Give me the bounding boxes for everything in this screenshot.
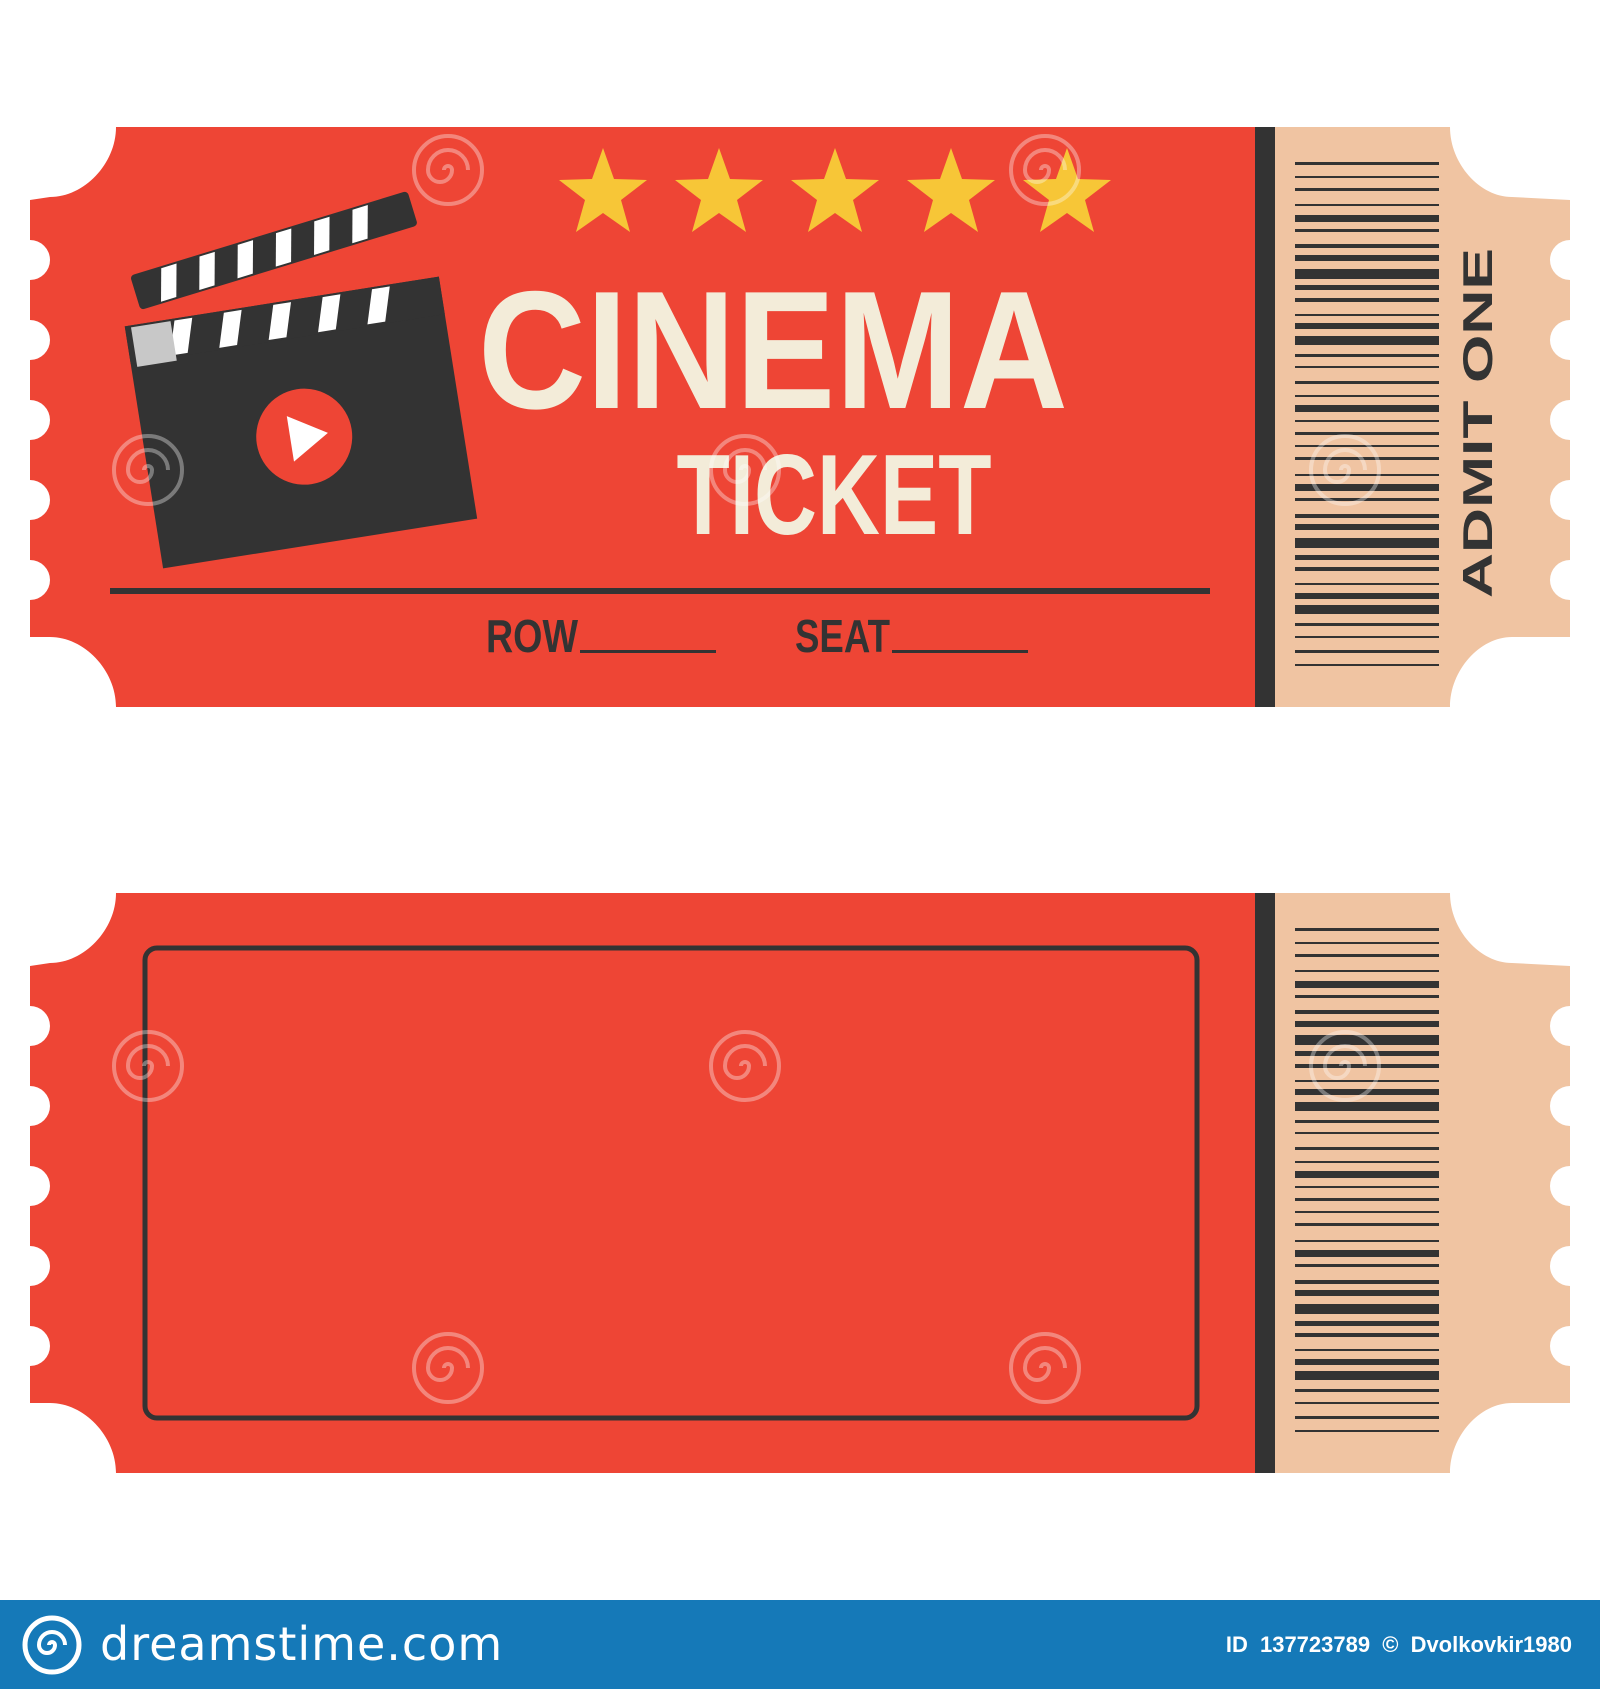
barcode-bar xyxy=(1295,269,1439,279)
barcode-bar xyxy=(1295,1304,1439,1314)
barcode-bar xyxy=(1295,664,1439,666)
barcode-bar xyxy=(1295,298,1439,302)
watermark-spiral-icon xyxy=(1022,748,1067,784)
barcode-bar xyxy=(1295,583,1439,585)
footer-bar: dreamstime.com ID 137723789 © Dvolkovkir… xyxy=(0,1600,1600,1689)
barcode-bar xyxy=(1295,162,1439,165)
barcode-bar xyxy=(1295,1280,1439,1284)
barcode-bar xyxy=(1295,1349,1439,1351)
footer-brand[interactable]: dreamstime.com xyxy=(100,1614,503,1674)
divider xyxy=(110,588,1210,594)
barcode-bar xyxy=(1295,1198,1439,1201)
barcode-bar xyxy=(1295,1264,1439,1267)
barcode-bar xyxy=(1295,395,1439,397)
barcode-bar xyxy=(1295,636,1439,638)
barcode-bar xyxy=(1295,432,1439,435)
barcode-bar xyxy=(1295,623,1439,626)
barcode-bar xyxy=(1295,366,1439,368)
author-name[interactable]: Dvolkovkir1980 xyxy=(1411,1632,1572,1657)
barcode-bar xyxy=(1295,1223,1439,1226)
watermark-spiral-icon xyxy=(425,748,470,784)
barcode-bar xyxy=(1295,1250,1439,1257)
barcode-bar xyxy=(1295,336,1439,345)
id-label: ID xyxy=(1225,1632,1248,1657)
barcode-bar xyxy=(1295,954,1439,957)
barcode-bar xyxy=(1295,420,1439,422)
barcode-bar xyxy=(1295,1171,1439,1178)
ticket-top: CINEMA TICKET ROW SEAT ADMIT ONE xyxy=(30,127,1570,707)
barcode-bar xyxy=(1295,538,1439,548)
barcode-bar xyxy=(1295,1240,1439,1242)
barcode-bar xyxy=(1295,176,1439,178)
barcode-bar xyxy=(1295,255,1439,261)
barcode-bar xyxy=(1295,381,1439,384)
barcode-bar xyxy=(1295,1290,1439,1296)
barcode-bar xyxy=(1295,354,1439,357)
tickets-artwork: CINEMA TICKET ROW SEAT ADMIT ONE xyxy=(30,127,1570,1473)
barcode-bar xyxy=(1295,474,1439,476)
barcode-bar xyxy=(1295,1132,1439,1134)
barcode-bar xyxy=(1295,188,1439,191)
barcode-bar xyxy=(1295,1389,1439,1392)
barcode-bar xyxy=(1295,524,1439,530)
barcode-bar xyxy=(1295,1186,1439,1188)
barcode-bar xyxy=(1295,605,1439,614)
barcode-bar xyxy=(1295,244,1439,248)
admit-label: ADMIT ONE xyxy=(1454,248,1501,598)
row-label: ROW xyxy=(486,610,578,662)
barcode-bar xyxy=(1295,1371,1439,1380)
barcode-bar xyxy=(1295,1416,1439,1419)
barcode-bar xyxy=(1295,1051,1439,1056)
barcode-bar xyxy=(1295,1333,1439,1337)
barcode-bar xyxy=(1295,942,1439,944)
barcode-bar xyxy=(1295,1120,1439,1123)
barcode-bar xyxy=(1295,928,1439,931)
barcode-bar xyxy=(1295,457,1439,460)
barcode-bar xyxy=(1295,285,1439,290)
barcode-bar xyxy=(1295,405,1439,412)
barcode-bar xyxy=(1295,555,1439,560)
id-value: 137723789 xyxy=(1259,1632,1371,1657)
copyright-symbol: © xyxy=(1382,1632,1399,1657)
row-field[interactable] xyxy=(580,650,716,653)
barcode-bar xyxy=(1295,1161,1439,1163)
barcode-bar xyxy=(1295,650,1439,653)
barcode-bar xyxy=(1295,1321,1439,1326)
seat-field[interactable] xyxy=(892,650,1028,653)
barcode-bar xyxy=(1295,1021,1439,1027)
barcode-bar xyxy=(1295,1102,1439,1111)
barcode-bar xyxy=(1295,1147,1439,1150)
spiral-logo-icon xyxy=(22,1615,82,1675)
barcode-bar xyxy=(1295,1359,1439,1365)
barcode-bar xyxy=(1295,567,1439,571)
barcode-bar xyxy=(1295,593,1439,599)
watermark-spiral-icon xyxy=(1009,734,1081,806)
barcode-bar xyxy=(1295,995,1439,998)
seat-label: SEAT xyxy=(795,610,890,662)
barcode-bar xyxy=(1295,314,1439,316)
barcode-bar xyxy=(1295,204,1439,206)
barcode-bar xyxy=(1295,970,1439,972)
ticket-bottom xyxy=(30,893,1570,1473)
barcode-bar xyxy=(1295,1402,1439,1404)
footer-meta: ID 137723789 © Dvolkovkir1980 xyxy=(1220,1630,1572,1660)
barcode-bar xyxy=(1295,1211,1439,1213)
barcode-bar xyxy=(1295,215,1439,222)
barcode-bar xyxy=(1295,1010,1439,1014)
barcode-bar xyxy=(1295,229,1439,232)
barcode-bar xyxy=(1295,1430,1439,1432)
ticket-title: CINEMA xyxy=(478,256,1068,444)
barcode-bar xyxy=(1295,514,1439,518)
watermark-spiral-icon xyxy=(412,734,484,806)
barcode-bar xyxy=(1295,323,1439,329)
barcode-bar xyxy=(1295,981,1439,988)
